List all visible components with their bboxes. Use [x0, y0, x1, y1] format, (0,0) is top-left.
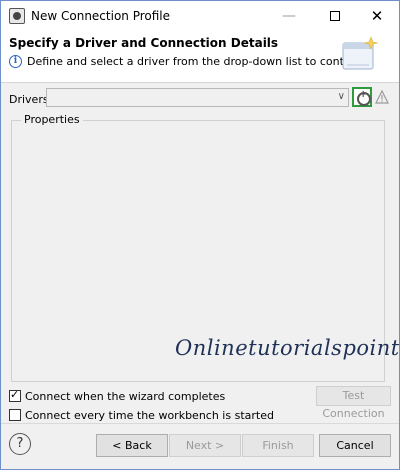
cancel-button[interactable]: Cancel: [319, 434, 391, 457]
connect-on-startup-option[interactable]: Connect every time the workbench is star…: [9, 408, 274, 422]
window-title: New Connection Profile: [31, 9, 171, 23]
new-connection-profile-dialog: New Connection Profile — ✕ Specify a Dri…: [0, 0, 400, 470]
test-connection-button[interactable]: Test Connection: [316, 386, 391, 420]
edit-driver-warning-icon[interactable]: [375, 89, 389, 105]
drivers-dropdown[interactable]: ∨: [46, 88, 349, 107]
finish-button[interactable]: Finish: [242, 434, 314, 457]
maximize-button[interactable]: [313, 1, 357, 31]
title-bar: New Connection Profile — ✕: [1, 1, 399, 31]
wizard-header: Specify a Driver and Connection Details …: [1, 31, 399, 83]
page-title: Specify a Driver and Connection Details: [9, 36, 279, 50]
connect-on-startup-label: Connect every time the workbench is star…: [25, 408, 274, 422]
connect-on-complete-checkbox[interactable]: [9, 388, 21, 402]
back-button[interactable]: < Back: [96, 434, 168, 457]
maximize-icon: [330, 11, 340, 21]
database-connection-icon: [9, 8, 25, 24]
next-button[interactable]: Next >: [169, 434, 241, 457]
connect-on-complete-label: Connect when the wizard completes: [25, 389, 226, 403]
page-description: Define and select a driver from the drop…: [27, 55, 372, 68]
help-icon[interactable]: ?: [9, 433, 31, 455]
connect-on-startup-checkbox[interactable]: [9, 409, 21, 421]
properties-legend: Properties: [21, 113, 83, 126]
new-driver-button[interactable]: [352, 87, 372, 107]
minimize-button[interactable]: —: [267, 1, 311, 31]
chevron-down-icon: ∨: [337, 91, 345, 102]
wizard-banner-icon: [342, 36, 379, 70]
watermark-text: Onlinetutorialspoint: [175, 336, 400, 360]
close-button[interactable]: ✕: [355, 1, 399, 31]
button-bar: ? < Back Next > Finish Cancel: [1, 423, 399, 469]
info-icon: i: [9, 55, 22, 68]
connect-on-complete-option[interactable]: Connect when the wizard completes: [9, 388, 226, 403]
